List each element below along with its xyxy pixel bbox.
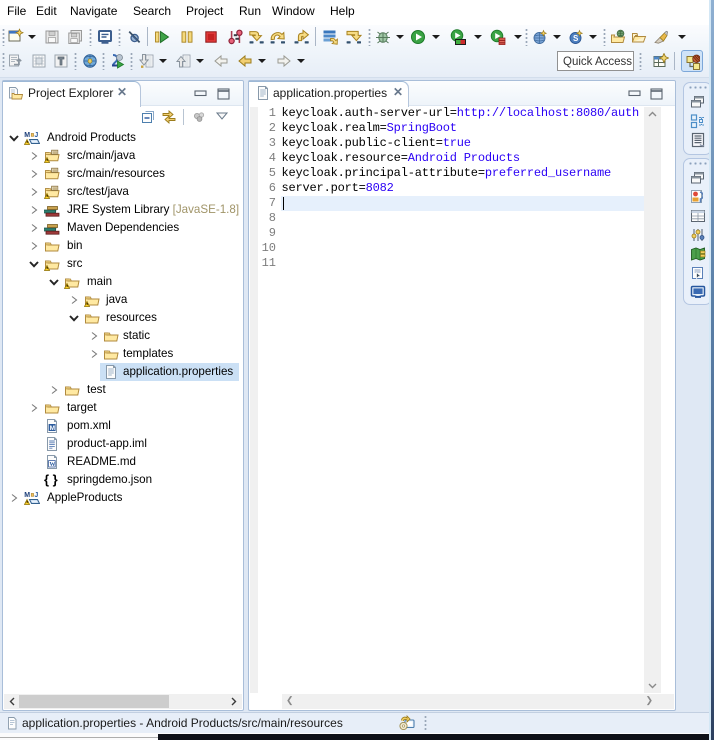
svg-text:J: J bbox=[34, 132, 38, 139]
svg-text:M: M bbox=[50, 425, 55, 432]
svg-text:M: M bbox=[24, 492, 30, 499]
svg-text:S: S bbox=[573, 34, 579, 43]
svg-text:J: J bbox=[34, 492, 38, 499]
svg-text:M: M bbox=[24, 132, 30, 139]
svg-text:W: W bbox=[49, 462, 55, 468]
